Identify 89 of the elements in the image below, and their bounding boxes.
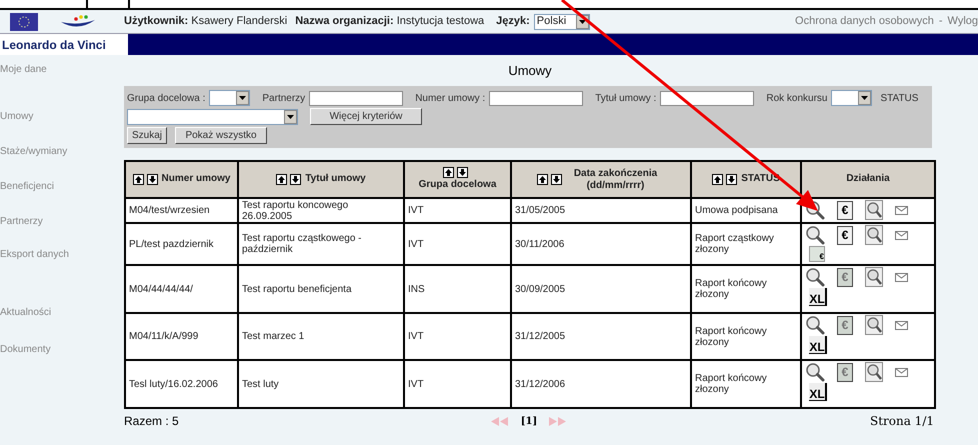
more-criteria-button[interactable]: Więcej kryteriów (310, 108, 422, 125)
table-cell: M04/44/44/44/ (129, 284, 193, 294)
page-indicator: Strona 1/1 (868, 413, 934, 430)
column-header[interactable]: Działania (846, 173, 890, 186)
table-cell: Test marzec 1 (242, 331, 304, 342)
sort-down-icon[interactable] (457, 167, 468, 178)
sort-up-icon[interactable] (712, 174, 724, 185)
swoosh-logo (60, 14, 96, 30)
number-field[interactable] (489, 90, 584, 106)
language-label: Język: (496, 14, 530, 30)
search-icon[interactable] (805, 225, 825, 245)
header-link[interactable]: Wylog (948, 13, 978, 30)
dropdown-arrow-icon (287, 114, 294, 118)
table-cell: 31/12/2005 (515, 331, 566, 342)
table-cell: 30/09/2005 (515, 284, 566, 294)
search-icon[interactable] (805, 362, 825, 382)
excel-file-icon[interactable]: XL (809, 288, 827, 306)
table-cell: Test raportu cząstkowego - październik (242, 233, 362, 255)
show-all-button[interactable]: Pokaż wszystko (175, 127, 268, 144)
language-select[interactable]: Polski (534, 14, 590, 30)
spreadsheet-euro-icon[interactable]: € (809, 246, 825, 262)
dropdown-arrow-icon (861, 96, 868, 100)
document-magnifier-icon[interactable] (865, 315, 883, 335)
table-cell: 31/05/2005 (515, 205, 566, 216)
program-name: Leonardo da Vinci (2, 36, 106, 54)
search-icon[interactable] (805, 315, 825, 335)
document-magnifier-icon[interactable] (865, 362, 883, 382)
euro-document-icon[interactable]: € (837, 226, 853, 244)
table-cell: Raport cząstkowy złozony (695, 233, 774, 255)
sort-up-icon[interactable] (132, 174, 144, 185)
table-cell: Test raportu koncowego 26.09.2005 (242, 200, 348, 222)
filter-label: Partnerzy (262, 92, 306, 106)
table-cell: Raport końcowy złozony (695, 373, 767, 395)
envelope-icon[interactable] (895, 230, 908, 240)
sort-up-icon[interactable] (443, 167, 454, 178)
table-cell: Test raportu beneficjenta (242, 284, 352, 294)
sort-down-icon[interactable] (550, 174, 562, 185)
link-separator: - (938, 14, 943, 30)
sort-up-icon[interactable] (276, 174, 288, 185)
table-cell: IVT (408, 378, 424, 390)
search-icon[interactable] (805, 267, 825, 287)
organization-info: Nazwa organizacji: Instytucja testowa (295, 14, 484, 30)
table-cell: Raport końcowy złozony (695, 326, 767, 348)
year-select[interactable] (831, 90, 872, 106)
table-cell: INS (408, 284, 425, 294)
envelope-icon[interactable] (895, 206, 908, 214)
table-cell: Umowa podpisana (695, 205, 778, 216)
euro-document-icon[interactable]: € (837, 200, 853, 220)
page-title: Umowy (508, 62, 552, 80)
document-magnifier-icon[interactable] (865, 225, 883, 245)
document-magnifier-icon[interactable] (865, 267, 883, 287)
excel-file-icon[interactable]: XL (809, 383, 827, 401)
header-link[interactable]: Ochrona danych osobowych (795, 13, 934, 30)
filter-label: Tytuł umowy : (595, 92, 656, 106)
filter-label: Grupa docelowa : (127, 92, 206, 106)
page-link[interactable]: [1] (520, 414, 538, 428)
search-button[interactable]: Szukaj (127, 127, 168, 144)
table-cell: IVT (408, 331, 424, 342)
partners-field[interactable] (309, 90, 404, 106)
envelope-icon[interactable] (895, 320, 908, 330)
sort-down-icon[interactable] (146, 174, 158, 185)
envelope-icon[interactable] (895, 272, 908, 282)
filter-label: Rok konkursu (766, 92, 828, 106)
table-cell: Tesl luty/16.02.2006 (129, 378, 218, 390)
dropdown-arrow-icon (239, 96, 246, 100)
sort-up-icon[interactable] (536, 174, 548, 185)
table-cell: Test luty (242, 378, 279, 390)
table-cell: 31/12/2006 (515, 378, 566, 390)
flag-logo (10, 12, 38, 30)
filter-label: STATUS (880, 92, 918, 106)
target-group-select[interactable] (209, 90, 250, 106)
filter-label: Numer umowy : (415, 92, 486, 106)
envelope-icon[interactable] (895, 368, 908, 376)
excel-file-icon[interactable]: XL (809, 336, 827, 354)
user-info: Użytkownik: Ksawery Flanderski (124, 14, 288, 30)
column-header[interactable]: Tytuł umowy (305, 173, 366, 186)
dropdown-arrow-icon (578, 20, 586, 24)
sort-down-icon[interactable] (726, 174, 738, 185)
table-cell: M04/test/wrzesien (129, 205, 210, 216)
total-count: Razem : 5 (124, 413, 180, 430)
table-cell: Raport końcowy złozony (695, 278, 767, 300)
table-cell: PL/test pazdziernik (129, 238, 214, 250)
table-cell: IVT (408, 205, 424, 216)
document-magnifier-icon[interactable] (865, 200, 883, 220)
title-field[interactable] (660, 90, 754, 106)
table-cell: 30/11/2006 (515, 238, 564, 250)
sort-down-icon[interactable] (290, 174, 302, 185)
table-cell: IVT (408, 238, 424, 250)
table-cell: M04/11/k/A/999 (129, 331, 198, 342)
